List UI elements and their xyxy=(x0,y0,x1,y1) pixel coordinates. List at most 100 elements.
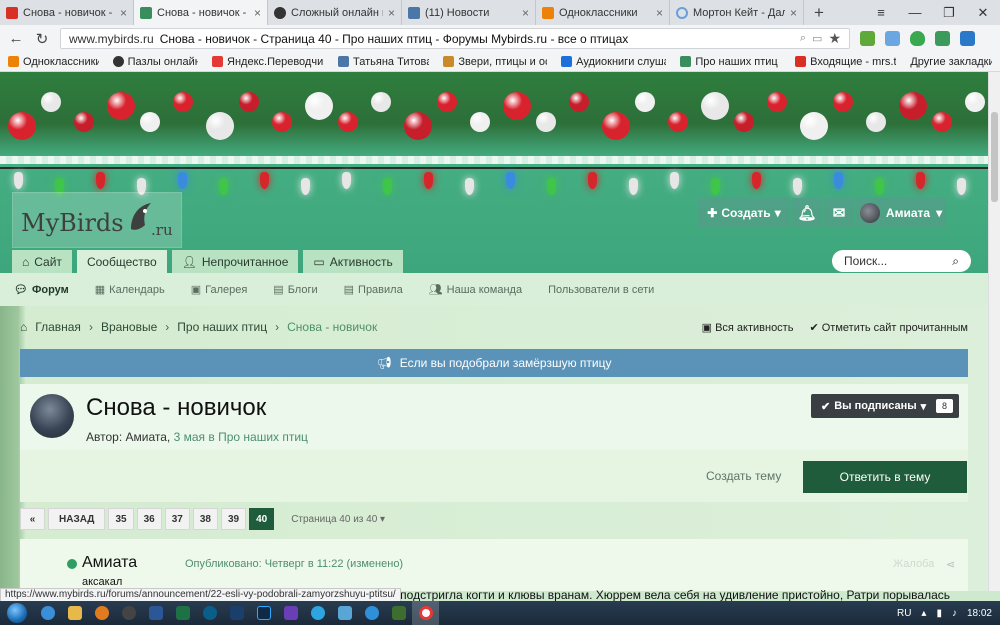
bookmark-odnoklassniki[interactable]: Одноклассники xyxy=(8,56,99,68)
page-39-button[interactable]: 39 xyxy=(220,508,247,530)
scrollbar-thumb[interactable] xyxy=(991,112,998,202)
back-arrow-icon[interactable]: ← xyxy=(8,30,24,47)
taskbar-app-12[interactable] xyxy=(331,601,358,625)
minimize-icon[interactable]: — xyxy=(898,5,932,20)
adblock-shield-icon[interactable] xyxy=(910,31,925,46)
mark-read-link[interactable]: ✔ Отметить сайт прочитанным xyxy=(809,321,968,334)
search-icon[interactable]: ⌕ xyxy=(952,254,959,269)
tray-arrow-icon[interactable]: ▴ xyxy=(921,608,926,619)
thread-author[interactable]: Амиата, xyxy=(126,430,171,444)
bookmark-star-icon[interactable]: ★ xyxy=(828,30,841,47)
page-scrollbar[interactable] xyxy=(988,72,1000,591)
post-author[interactable]: Амиата xyxy=(82,554,137,572)
taskbar-app-10[interactable] xyxy=(277,601,304,625)
close-tab-icon[interactable]: × xyxy=(254,6,261,20)
bookmark-gmail-inbox[interactable]: Входящие - mrs.t. xyxy=(795,56,896,68)
breadcrumb-forum[interactable]: Про наших птиц xyxy=(177,320,267,334)
language-indicator[interactable]: RU xyxy=(897,608,911,619)
close-window-icon[interactable]: ✕ xyxy=(966,5,1000,21)
create-topic-button[interactable]: Создать тему xyxy=(706,469,781,483)
prev-page-button[interactable]: НАЗАД xyxy=(48,508,106,530)
taskbar-telegram[interactable] xyxy=(304,601,331,625)
taskbar-media[interactable] xyxy=(88,601,115,625)
user-menu[interactable]: Амиата ▾ xyxy=(856,198,946,227)
browser-tab-4[interactable]: (11) Новости × xyxy=(402,0,536,25)
share-icon[interactable]: ⋖ xyxy=(946,558,955,571)
taskbar-ie[interactable] xyxy=(34,601,61,625)
browser-tab-1[interactable]: Снова - новичок - mrs.t × xyxy=(0,0,134,25)
taskbar-app-13[interactable] xyxy=(358,601,385,625)
reply-button[interactable]: Ответить в тему xyxy=(803,461,967,493)
page-35-button[interactable]: 35 xyxy=(108,508,134,530)
breadcrumb-category[interactable]: Врановые xyxy=(101,320,157,334)
taskbar-excel[interactable] xyxy=(169,601,196,625)
page-jump-dropdown[interactable]: Страница 40 из 40 ▾ xyxy=(291,514,385,525)
page-36-button[interactable]: 36 xyxy=(136,508,162,530)
browser-tab-5[interactable]: Одноклассники × xyxy=(536,0,670,25)
create-button[interactable]: ✚ Создать ▾ xyxy=(698,198,790,227)
taskbar-app-7[interactable] xyxy=(196,601,223,625)
search-input[interactable]: Поиск... ⌕ xyxy=(832,250,971,272)
subnav-team[interactable]: 👥︎ Наша команда xyxy=(429,283,522,297)
bookmark-audiobooks[interactable]: Аудиокниги слуша xyxy=(561,56,666,68)
browser-tab-3[interactable]: Сложный онлайн пазл (× xyxy=(268,0,402,25)
subnav-blogs[interactable]: ▤ Блоги xyxy=(273,283,317,297)
addon-extension-icon[interactable] xyxy=(935,31,950,46)
omnibox[interactable]: www.mybirds.ru Снова - новичок - Страниц… xyxy=(60,28,850,49)
bookmark-our-birds[interactable]: Про наших птиц - xyxy=(680,56,781,68)
close-tab-icon[interactable]: × xyxy=(388,6,395,20)
taskbar-photoshop[interactable] xyxy=(250,601,277,625)
bookmark-animals[interactable]: Звери, птицы и ос xyxy=(443,56,547,68)
subnav-rules[interactable]: ▤ Правила xyxy=(344,283,403,297)
page-37-button[interactable]: 37 xyxy=(164,508,190,530)
browser-tab-2[interactable]: Снова - новичок - Сно × xyxy=(134,0,268,25)
translate-extension-icon[interactable] xyxy=(960,31,975,46)
maximize-icon[interactable]: ❐ xyxy=(932,5,966,21)
first-page-button[interactable]: « xyxy=(20,508,45,530)
browser-tab-6[interactable]: Мортон Кейт - Далеки × xyxy=(670,0,804,25)
close-tab-icon[interactable]: × xyxy=(790,6,797,20)
close-tab-icon[interactable]: × xyxy=(522,6,529,20)
subnav-forum[interactable]: 💬︎ Форум xyxy=(14,283,69,297)
taskbar-app-8[interactable] xyxy=(223,601,250,625)
new-tab-button[interactable]: + xyxy=(804,0,834,25)
subnav-gallery[interactable]: ▣ Галерея xyxy=(191,283,248,297)
subnav-calendar[interactable]: ▦ Календарь xyxy=(95,283,165,297)
volume-icon[interactable]: ♪ xyxy=(952,608,957,619)
all-activity-link[interactable]: ▣ Вся активность xyxy=(702,321,794,334)
taskbar-explorer[interactable] xyxy=(61,601,88,625)
tab-community[interactable]: Сообщество xyxy=(76,250,167,273)
page-40-button[interactable]: 40 xyxy=(249,508,275,530)
tab-unread[interactable]: 👤︎ Непрочитанное xyxy=(171,250,299,273)
taskbar-app-14[interactable] xyxy=(385,601,412,625)
taskbar-app-4[interactable] xyxy=(115,601,142,625)
other-bookmarks[interactable]: Другие закладки xyxy=(910,56,992,68)
page-38-button[interactable]: 38 xyxy=(192,508,218,530)
bookmark-vk-profile[interactable]: Татьяна Титова xyxy=(338,56,429,68)
breadcrumb-home[interactable]: Главная xyxy=(35,320,81,334)
tab-activity[interactable]: ▭ Активность xyxy=(303,250,403,273)
site-logo[interactable]: MyBirds .ru xyxy=(12,192,182,248)
close-tab-icon[interactable]: × xyxy=(656,6,663,20)
subnav-online-users[interactable]: Пользователи в сети xyxy=(548,284,654,296)
report-button[interactable]: Жалоба xyxy=(893,558,934,570)
follow-button[interactable]: ✔ Вы подписаны ▾ 8 xyxy=(811,394,959,418)
translate-icon[interactable]: ▭ xyxy=(812,32,822,45)
network-icon[interactable]: ▮ xyxy=(936,608,942,619)
taskbar-word[interactable] xyxy=(142,601,169,625)
thread-date-forum[interactable]: 3 мая в Про наших птиц xyxy=(174,430,308,444)
notifications-button[interactable]: 🔔︎ xyxy=(792,198,822,227)
taskbar-yandex-browser[interactable] xyxy=(412,601,439,625)
tab-site[interactable]: ⌂ Сайт xyxy=(12,250,72,273)
close-tab-icon[interactable]: × xyxy=(120,6,127,20)
weather-extension-icon[interactable] xyxy=(885,31,900,46)
clock[interactable]: 18:02 xyxy=(967,608,992,619)
menu-icon[interactable]: ≡ xyxy=(864,5,898,20)
reload-icon[interactable]: ↻ xyxy=(34,30,50,48)
download-extension-icon[interactable] xyxy=(860,31,875,46)
bookmark-puzzles[interactable]: Пазлы онлайн xyxy=(112,56,198,68)
messages-button[interactable]: ✉ xyxy=(824,198,854,227)
post-timestamp[interactable]: Опубликовано: Четверг в 11:22 (изменено) xyxy=(185,558,403,570)
bookmark-yandex-translate[interactable]: Яндекс.Переводчик xyxy=(212,56,324,68)
search-icon[interactable]: ⌕ xyxy=(800,32,806,45)
